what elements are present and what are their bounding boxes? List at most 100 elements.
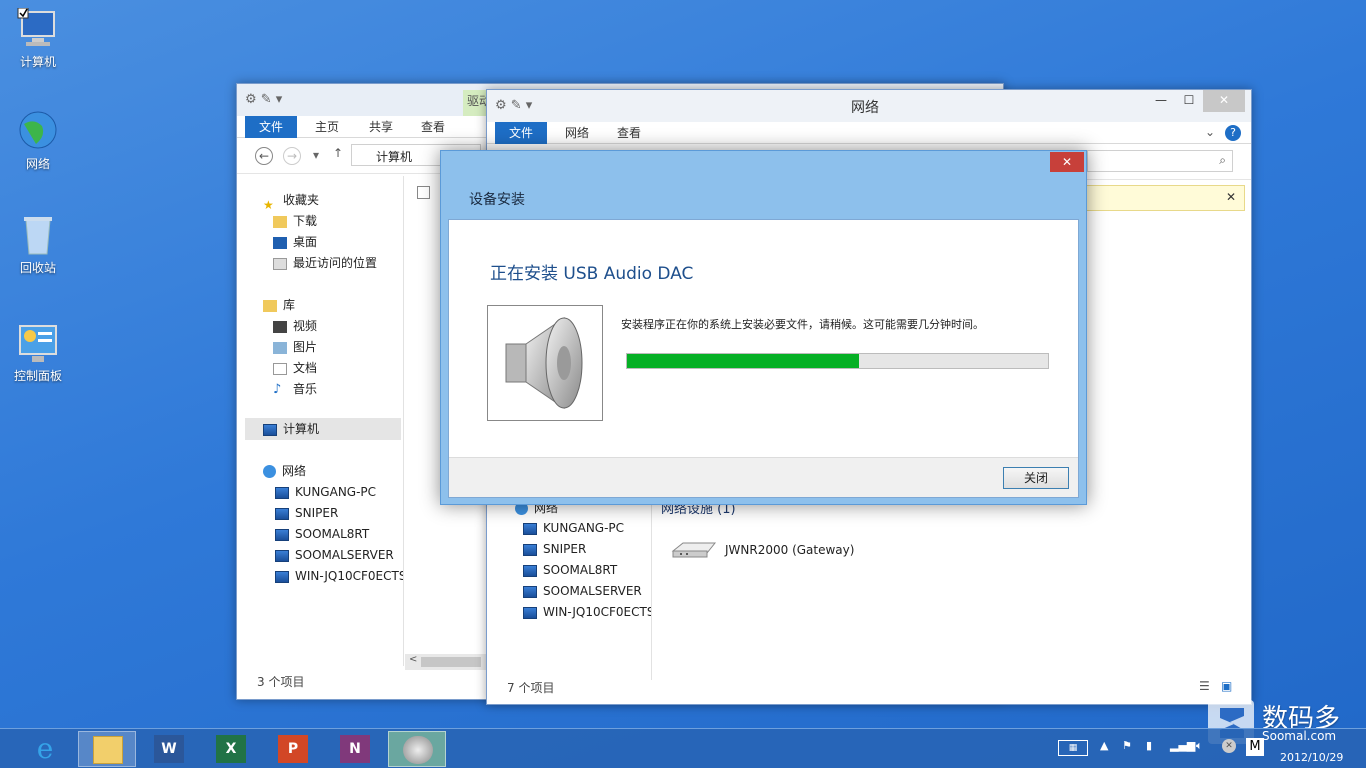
- nav-computer[interactable]: 计算机: [263, 419, 319, 439]
- search-box[interactable]: ⌕: [1087, 150, 1233, 172]
- nav-item-music[interactable]: ♪ 音乐: [273, 379, 317, 399]
- nav-network-host[interactable]: KUNGANG-PC: [523, 518, 624, 538]
- nav-item-downloads[interactable]: 下载: [273, 211, 317, 231]
- nav-network-host[interactable]: KUNGANG-PC: [275, 482, 376, 502]
- desktop-icon-control-panel[interactable]: 控制面板: [6, 322, 70, 384]
- computer-icon: [275, 486, 289, 499]
- excel-icon: X: [216, 735, 246, 763]
- videos-icon: [273, 320, 287, 333]
- nav-network-host[interactable]: SNIPER: [523, 539, 586, 559]
- computer-icon: [275, 570, 289, 583]
- maximize-button[interactable]: ☐: [1175, 90, 1203, 112]
- select-all-checkbox[interactable]: [417, 186, 430, 199]
- close-button[interactable]: 关闭: [1003, 467, 1069, 489]
- tab-view[interactable]: 查看: [407, 116, 459, 138]
- progress-fill: [627, 354, 859, 368]
- tab-share[interactable]: 共享: [355, 116, 407, 138]
- cancel-icon[interactable]: ✕: [1222, 739, 1236, 753]
- nav-network-host[interactable]: SOOMALSERVER: [523, 581, 642, 601]
- dialog-close-icon[interactable]: ✕: [1050, 152, 1084, 172]
- powerpoint-icon: P: [278, 735, 308, 763]
- action-center-flag-icon[interactable]: ⚑: [1122, 739, 1132, 752]
- documents-icon: [273, 362, 287, 375]
- nav-favorites[interactable]: ★ 收藏夹: [263, 190, 319, 212]
- device-label: JWNR2000 (Gateway): [725, 543, 855, 557]
- star-icon: ★: [263, 197, 274, 212]
- status-item-count: 3 个项目: [257, 675, 305, 689]
- desktop-icon-label: 计算机: [19, 55, 56, 69]
- tab-view[interactable]: 查看: [603, 122, 655, 144]
- computer-icon: [523, 585, 537, 598]
- title-bar[interactable]: ⚙ ✎ ▾ 网络 — ☐ ✕: [487, 90, 1251, 122]
- details-view-icon[interactable]: ☰: [1199, 679, 1210, 693]
- scrollbar-thumb[interactable]: [421, 657, 481, 667]
- nav-network-host[interactable]: SOOMAL8RT: [523, 560, 617, 580]
- forward-button[interactable]: →: [283, 147, 301, 165]
- desktop-icon-recycle-bin[interactable]: 回收站: [6, 214, 70, 276]
- large-icons-view-icon[interactable]: ▣: [1221, 679, 1232, 693]
- music-note-icon: ♪: [273, 381, 282, 397]
- nav-network-host[interactable]: SNIPER: [275, 503, 338, 523]
- taskbar-excel[interactable]: X: [202, 731, 260, 767]
- nav-network-host[interactable]: SOOMAL8RT: [275, 524, 369, 544]
- taskbar-device-install[interactable]: [388, 731, 446, 767]
- status-item-count: 7 个项目: [507, 681, 555, 695]
- taskbar-ie[interactable]: e: [16, 731, 74, 767]
- computer-icon: [275, 507, 289, 520]
- ie-icon: e: [36, 732, 54, 765]
- address-text: 计算机: [376, 150, 413, 164]
- nav-item-desktop[interactable]: 桌面: [273, 232, 317, 252]
- navigation-pane: ★ 收藏夹 下载 桌面 最近访问的位置 库 视频 图片 文档 ♪ 音乐 计算机 网络…: [245, 184, 403, 654]
- taskbar: e W X P N ▦ ▲ ⚑ ▮ ▂▄▆ 🔈︎ ✕ M 2012/10/29: [0, 728, 1366, 768]
- tab-file[interactable]: 文件: [495, 122, 548, 144]
- device-installation-dialog[interactable]: ✕ 设备安装 正在安装 USB Audio DAC 安装程序正在你的系统上安装必…: [440, 150, 1087, 505]
- ribbon-expand-chevron-icon[interactable]: ⌄: [1205, 125, 1215, 139]
- back-button[interactable]: ←: [255, 147, 273, 165]
- desktop-icon-label: 网络: [25, 157, 50, 171]
- file-explorer-icon: [93, 736, 123, 764]
- nav-item-videos[interactable]: 视频: [273, 316, 317, 336]
- notification-bar[interactable]: ✕: [1085, 185, 1245, 211]
- nav-libraries[interactable]: 库: [263, 295, 295, 315]
- desktop-icon-computer[interactable]: 计算机: [6, 7, 70, 70]
- scroll-left-icon[interactable]: <: [409, 654, 417, 665]
- network-signal-icon[interactable]: ▂▄▆: [1170, 739, 1195, 752]
- taskbar-word[interactable]: W: [140, 731, 198, 767]
- install-progress-bar: [626, 353, 1049, 369]
- minimize-button[interactable]: —: [1147, 90, 1175, 112]
- up-button[interactable]: ↑: [333, 146, 343, 160]
- show-hidden-icons-icon[interactable]: ▲: [1100, 739, 1108, 752]
- help-icon[interactable]: ?: [1225, 125, 1241, 141]
- nav-item-pictures[interactable]: 图片: [273, 337, 317, 357]
- dialog-title: 设备安装: [469, 192, 525, 208]
- taskbar-powerpoint[interactable]: P: [264, 731, 322, 767]
- tab-network[interactable]: 网络: [551, 122, 603, 144]
- dialog-content: 正在安装 USB Audio DAC 安装程序正在你的系统上安装必要文件，请稍候…: [448, 219, 1079, 498]
- tab-home[interactable]: 主页: [301, 116, 353, 138]
- volume-icon[interactable]: 🔈︎: [1196, 739, 1203, 753]
- touch-keyboard-icon[interactable]: ▦: [1058, 740, 1088, 756]
- power-icon[interactable]: ▮: [1146, 739, 1152, 752]
- desktop-icon-network[interactable]: 网络: [6, 110, 70, 172]
- install-heading: 正在安装 USB Audio DAC: [490, 264, 694, 284]
- nav-network-host[interactable]: SOOMALSERVER: [275, 545, 394, 565]
- recent-locations-chevron-icon[interactable]: ▾: [313, 148, 319, 162]
- horizontal-scrollbar[interactable]: <: [405, 654, 487, 670]
- taskbar-onenote[interactable]: N: [326, 731, 384, 767]
- clock-date[interactable]: 2012/10/29: [1280, 751, 1343, 764]
- taskbar-file-explorer[interactable]: [78, 731, 136, 767]
- nav-network-host[interactable]: WIN-JQ10CF0ECTS: [523, 602, 651, 622]
- nav-network-host[interactable]: WIN-JQ10CF0ECTS: [275, 566, 403, 586]
- computer-icon: [523, 606, 537, 619]
- nav-network[interactable]: 网络: [263, 461, 306, 481]
- nav-item-documents[interactable]: 文档: [273, 358, 317, 378]
- library-icon: [263, 299, 277, 312]
- tab-file[interactable]: 文件: [245, 116, 298, 138]
- close-button[interactable]: ✕: [1203, 90, 1245, 112]
- computer-icon: [523, 564, 537, 577]
- notification-close-icon[interactable]: ✕: [1226, 190, 1236, 204]
- quick-access-toolbar-icon[interactable]: ⚙ ✎ ▾: [495, 98, 532, 113]
- quick-access-toolbar-icon[interactable]: ⚙ ✎ ▾: [245, 92, 282, 107]
- word-icon: W: [154, 735, 184, 763]
- nav-item-recent[interactable]: 最近访问的位置: [273, 253, 377, 273]
